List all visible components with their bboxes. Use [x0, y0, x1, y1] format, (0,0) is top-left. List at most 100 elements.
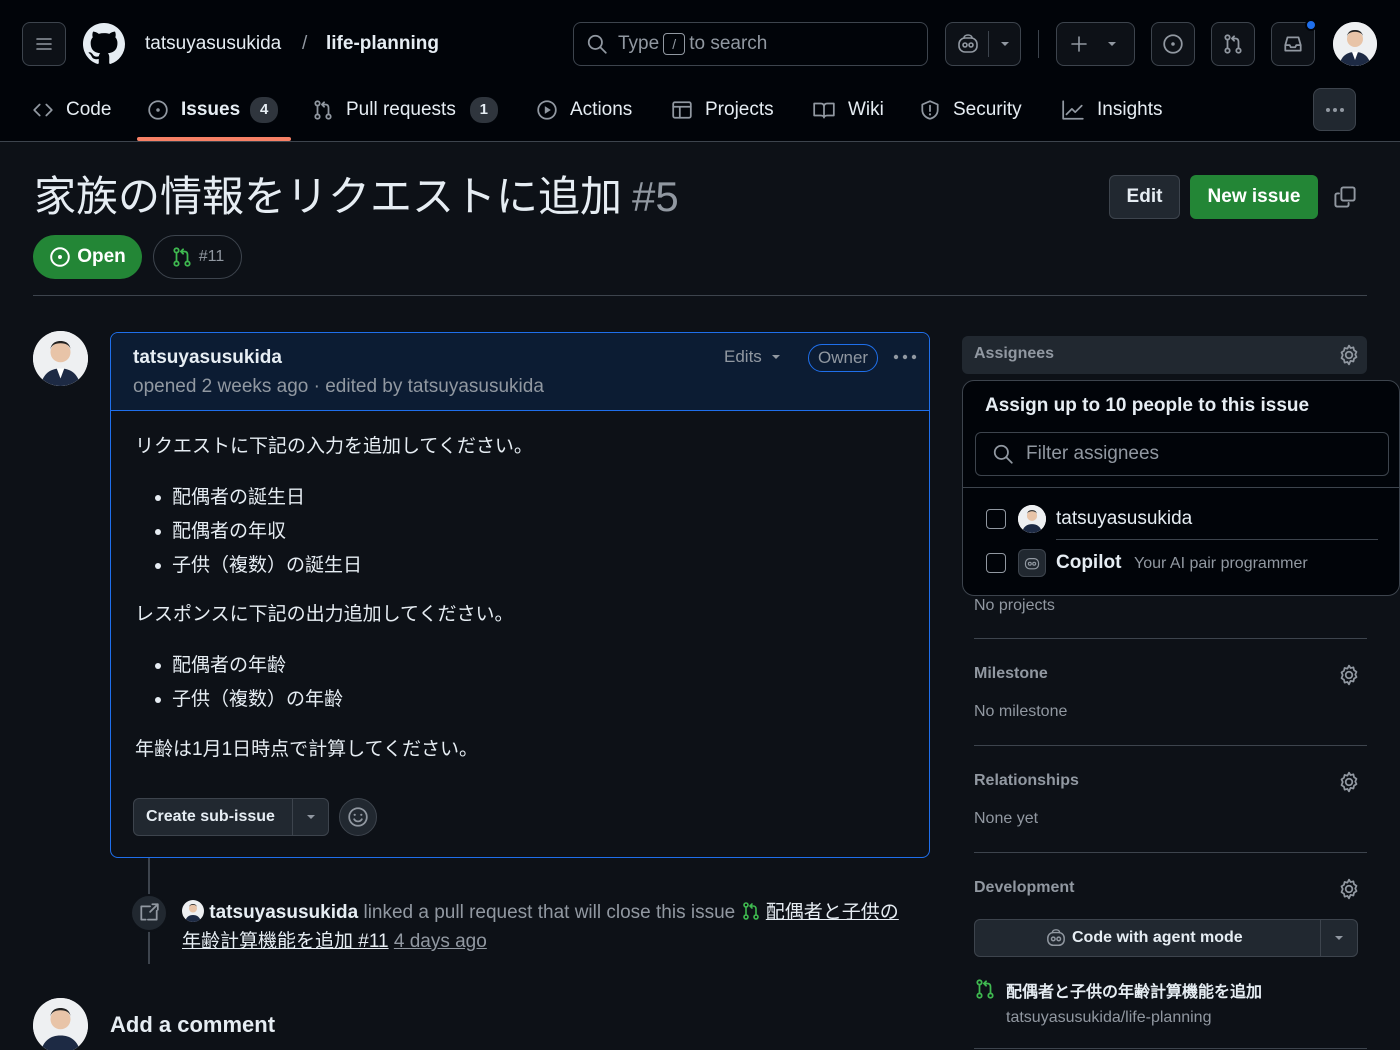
list-item: 子供（複数）の誕生日 [172, 555, 363, 576]
sidebar-divider [974, 638, 1367, 639]
relationships-heading: Relationships [974, 772, 1079, 789]
assignee-option[interactable]: tatsuyasusukida [975, 499, 1389, 540]
edits-dropdown[interactable]: Edits [724, 347, 782, 367]
assignee-name: Copilot [1056, 552, 1122, 573]
tab-label: Code [66, 99, 112, 120]
search-icon [587, 34, 607, 54]
tab-insights[interactable]: Insights [1061, 94, 1162, 126]
assignee-name: tatsuyasusukida [1056, 508, 1193, 529]
user-avatar[interactable] [1333, 22, 1377, 66]
body-paragraph: リクエストに下記の入力を追加してください。 [135, 436, 533, 457]
comment-author-avatar[interactable] [33, 331, 88, 386]
add-reaction-button[interactable] [339, 798, 377, 836]
issue-state-badge: Open [33, 235, 142, 279]
inbox-icon [1284, 36, 1302, 52]
edit-title-button[interactable]: Edit [1109, 175, 1180, 219]
code-with-agent-button[interactable]: Code with agent mode [974, 919, 1358, 957]
kebab-horizontal-icon [1325, 107, 1344, 112]
assignee-checkbox[interactable] [986, 509, 1006, 529]
tab-actions[interactable]: Actions [536, 94, 632, 126]
smiley-icon [348, 807, 368, 827]
active-tab-underline [137, 137, 291, 141]
linked-pr-badge[interactable]: #11 [153, 235, 242, 279]
new-issue-button[interactable]: New issue [1190, 175, 1318, 219]
tab-label: Actions [570, 99, 633, 120]
search-input[interactable]: Type / to search [573, 22, 928, 66]
issue-opened-icon [1163, 34, 1183, 54]
copilot-icon [958, 34, 978, 53]
list-bullet [155, 663, 161, 669]
assignee-option[interactable]: Copilot Your AI pair programmer [975, 543, 1389, 583]
dev-pr-title[interactable]: 配偶者と子供の年齢計算機能を追加 [1006, 978, 1262, 1002]
copilot-icon [1047, 929, 1065, 946]
current-user-avatar [33, 998, 88, 1050]
gear-icon[interactable] [1338, 344, 1360, 366]
breadcrumb-owner[interactable]: tatsuyasusukida [145, 32, 281, 56]
gear-icon[interactable] [1338, 771, 1360, 793]
popover-title: Assign up to 10 people to this issue [985, 395, 1310, 416]
sidebar-divider [974, 745, 1367, 746]
agent-button-label: Code with agent mode [1072, 929, 1243, 946]
dev-pr-repo: tatsuyasusukida/life-planning [1006, 1009, 1212, 1026]
list-bullet [155, 495, 161, 501]
graph-icon [1062, 100, 1084, 120]
timeline-action: linked a pull request that will close th… [363, 902, 736, 923]
copilot-icon [1024, 558, 1040, 570]
breadcrumb-repo[interactable]: life-planning [326, 32, 439, 56]
body-paragraph: レスポンスに下記の出力追加してください。 [135, 604, 514, 625]
plus-icon [1071, 36, 1087, 52]
filter-placeholder: Filter assignees [1026, 443, 1160, 464]
timeline-actor[interactable]: tatsuyasusukida [209, 902, 358, 923]
sidebar-divider [974, 852, 1367, 853]
pull-requests-shortcut-button[interactable] [1211, 22, 1255, 66]
tab-security[interactable]: Security [919, 94, 1022, 126]
assignees-popover: Assign up to 10 people to this issue Fil… [962, 380, 1400, 596]
table-icon [672, 101, 692, 119]
list-item: 子供（複数）の年齢 [172, 689, 344, 710]
filter-assignees-input[interactable]: Filter assignees [975, 432, 1389, 476]
tab-issues[interactable]: Issues 4 [147, 94, 279, 126]
tab-projects[interactable]: Projects [671, 94, 774, 126]
tab-pull-requests[interactable]: Pull requests 1 [312, 94, 498, 126]
issue-opened-icon [148, 100, 168, 120]
copilot-menu-button[interactable] [945, 22, 1021, 66]
menu-button[interactable] [22, 22, 66, 66]
breadcrumb-separator: / [302, 33, 308, 54]
kebab-horizontal-icon[interactable] [893, 354, 917, 360]
create-sub-issue-label: Create sub-issue [146, 808, 275, 825]
tab-code[interactable]: Code [32, 94, 111, 126]
avatar-image [1018, 505, 1046, 533]
avatar-image [33, 998, 88, 1050]
title-divider [33, 295, 1367, 296]
projects-value: No projects [974, 597, 1055, 614]
tab-label: Projects [705, 99, 774, 120]
create-sub-issue-button[interactable]: Create sub-issue [133, 798, 329, 836]
git-pull-request-icon [173, 247, 191, 267]
assignee-checkbox[interactable] [986, 553, 1006, 573]
milestone-heading: Milestone [974, 665, 1048, 682]
tab-wiki[interactable]: Wiki [812, 94, 884, 126]
copy-icon[interactable] [1333, 185, 1357, 209]
github-logo-icon[interactable] [83, 23, 125, 65]
issues-shortcut-button[interactable] [1151, 22, 1195, 66]
list-item: 配偶者の誕生日 [172, 487, 306, 508]
chevron-down-icon[interactable] [1333, 932, 1345, 944]
timeline-time[interactable]: 4 days ago [394, 931, 487, 952]
tab-label: Insights [1097, 99, 1163, 120]
issue-number: #5 [632, 173, 679, 220]
more-tabs-button[interactable] [1313, 88, 1356, 131]
assignees-header[interactable]: Assignees [962, 336, 1367, 374]
global-header: tatsuyasusukida / life-planning Type / t… [0, 0, 1400, 142]
gear-icon[interactable] [1338, 878, 1360, 900]
linked-pr-number: #11 [198, 248, 225, 265]
comment-author[interactable]: tatsuyasusukida [133, 347, 282, 369]
chevron-down-icon[interactable] [305, 811, 317, 823]
comment-header: tatsuyasusukida opened 2 weeks ago · edi… [111, 333, 929, 411]
chevron-down-icon [771, 355, 780, 359]
search-suffix: to search [689, 33, 768, 54]
timeline-event-badge [130, 894, 168, 932]
tab-counter: 1 [469, 97, 498, 123]
gear-icon[interactable] [1338, 664, 1360, 686]
create-new-button[interactable] [1056, 22, 1135, 66]
list-item: 配偶者の年収 [172, 521, 287, 542]
